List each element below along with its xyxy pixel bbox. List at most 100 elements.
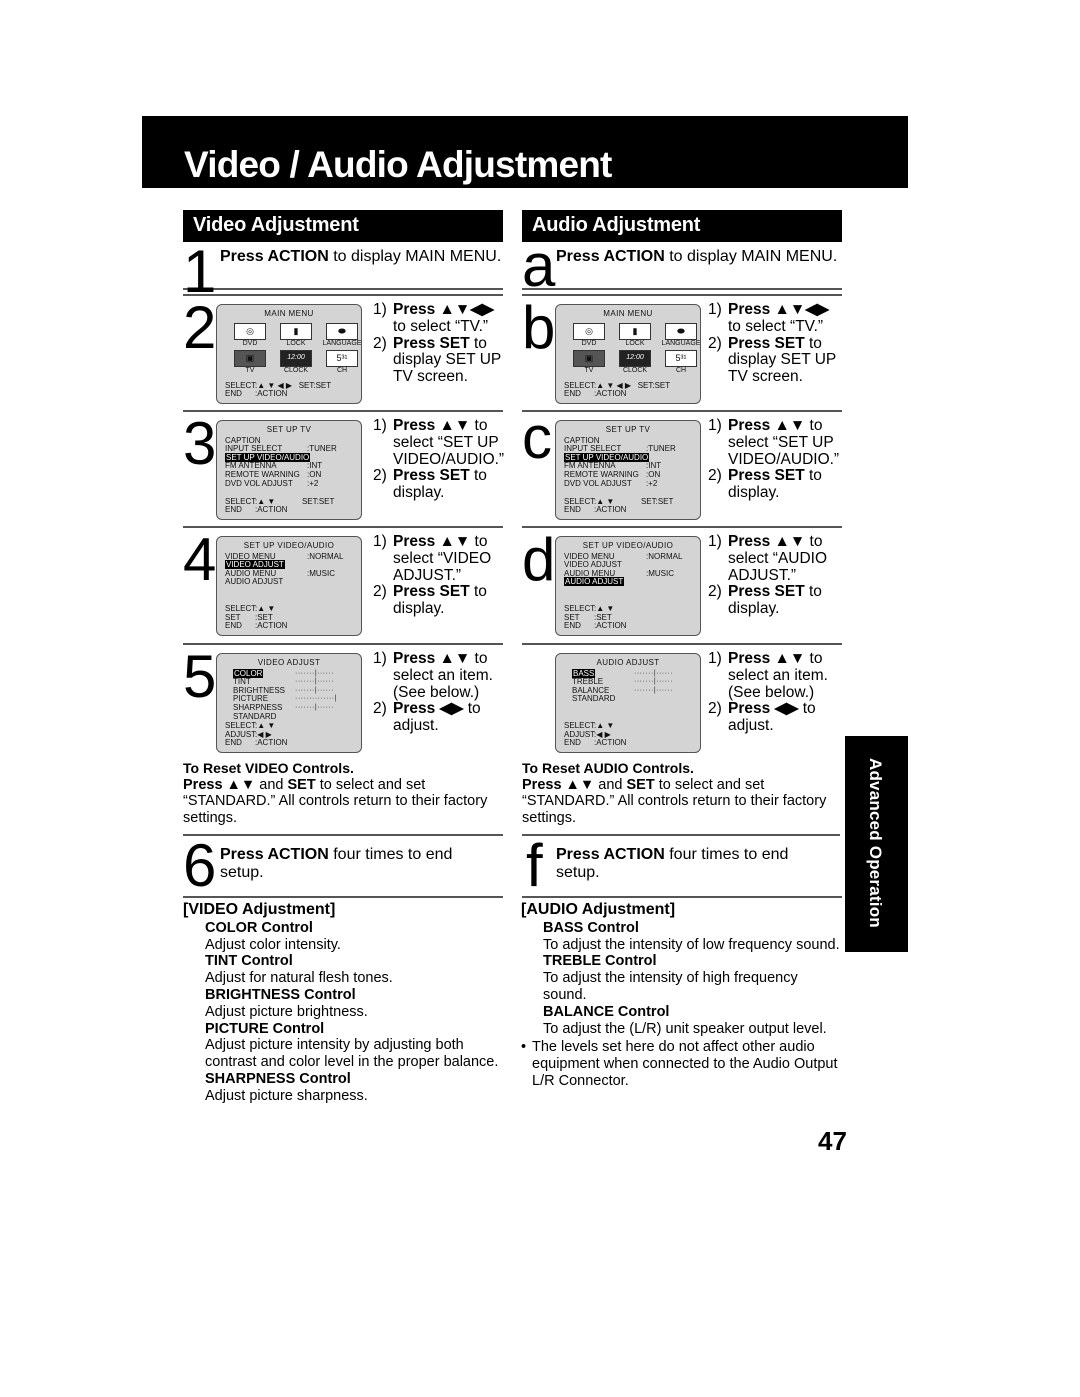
instruction-text: Press ◀▶ to adjust.: [728, 700, 842, 735]
instruction-item: 2) Press ◀▶ to adjust.: [373, 700, 503, 735]
channel-icon: 5³¹: [665, 349, 697, 367]
menu-item-language: ⬬ LANGUAGE: [319, 322, 365, 350]
instructions: 1) Press ▲▼ to select “VIDEO ADJUST.” 2) Pr…: [373, 533, 503, 618]
footer-line: END:ACTION: [225, 390, 331, 399]
screen-title: SET UP TV: [266, 425, 312, 434]
menu-item-language: ⬬ LANGUAGE: [658, 322, 704, 350]
note-text: The levels set here do not affect other …: [532, 1039, 838, 1089]
main-menu-grid: ◎ DVD ▮ LOCK ⬬ LANGUAGE ▣ TV 12:00 CLOCK 5³¹ CH: [227, 322, 361, 377]
instructions: 1) Press ▲▼ to select an item. (See below…: [708, 650, 842, 735]
footer-key: END: [225, 505, 242, 515]
audio-section-header: Audio Adjustment: [522, 210, 842, 242]
note: • The levels set here do not affect other…: [521, 1039, 843, 1089]
instructions: 1) Press ▲▼ to select “SET UP VIDEO/AUDIO…: [373, 417, 504, 502]
line-value: :NORMAL: [646, 551, 683, 561]
instruction-key: Press ▲▼: [393, 533, 471, 550]
audio-descriptions: [AUDIO Adjustment] BASS Control To adjust…: [521, 901, 843, 1090]
instruction-key: Press ▲▼: [393, 417, 471, 434]
screen-title: AUDIO ADJUST: [596, 658, 660, 667]
screen-footer: SELECT:▲ ▼ ADJUST:◀ ▶ END:ACTION: [225, 722, 287, 748]
instruction-key: Press SET: [393, 334, 470, 352]
instruction-text: Press ▲▼ to select an item. (See below.): [393, 650, 503, 701]
setup-tv-screen: SET UP TV CAPTION INPUT SELECT:TUNER SET UP…: [555, 420, 701, 520]
menu-item-tv: ▣ TV: [566, 349, 612, 377]
video-step-2: 2 MAIN MENU ◎ DVD ▮ LOCK ⬬ LANGUAGE ▣ TV 12:00 CL…: [183, 294, 503, 408]
instruction-item: 1) Press ▲▼ to select “SET UP VIDEO/AUDIO…: [708, 417, 842, 468]
footer-line: END:ACTION: [225, 739, 287, 748]
menu-item-ch: 5³¹ CH: [658, 349, 704, 377]
reset-heading: To Reset VIDEO Controls.: [183, 760, 354, 776]
instruction-text: Press SET to display.: [728, 583, 842, 618]
footer-line: END:ACTION: [564, 739, 626, 748]
line-value: :+2: [307, 478, 319, 488]
video-step-3: 3 SET UP TV CAPTION INPUT SELECT:TUNER SET …: [183, 410, 504, 524]
instruction-desc: to select “TV.”: [728, 317, 824, 335]
menu-item-label: LANGUAGE: [661, 339, 701, 347]
instruction-number: 1): [708, 533, 722, 550]
instruction-item: 1) Press ▲▼ to select an item. (See below…: [708, 650, 842, 701]
lips-icon: ⬬: [665, 322, 697, 340]
video-reset-note: To Reset VIDEO Controls. Press ▲▼ and SE…: [183, 760, 503, 826]
footer-value: :ACTION: [594, 505, 627, 515]
instruction-key: Press ◀▶: [393, 700, 464, 718]
instruction-number: 2): [373, 334, 387, 352]
control-description: Adjust picture sharpness.: [205, 1087, 368, 1104]
footer-value: :ACTION: [255, 505, 288, 515]
main-menu-grid: ◎ DVD ▮ LOCK ⬬ LANGUAGE ▣ TV 12:00 CLOCK 5³¹ CH: [566, 322, 700, 377]
control-name: BASS Control: [543, 919, 639, 936]
menu-item-label: CH: [675, 366, 687, 374]
instruction-key: Press ▲▼: [728, 650, 806, 667]
footer-value: :ACTION: [594, 621, 627, 631]
video-descriptions: [VIDEO Adjustment] COLOR Control Adjust c…: [183, 901, 505, 1105]
setup-tv-screen: SET UP TV CAPTION INPUT SELECT:TUNER SET UP…: [216, 420, 362, 520]
instruction-text: Press ◀▶ to adjust.: [393, 700, 503, 735]
instruction-number: 2): [373, 583, 387, 601]
channel-icon: 5³¹: [326, 349, 358, 367]
highlighted-item: AUDIO ADJUST: [564, 577, 625, 587]
screen-title: MAIN MENU: [264, 309, 314, 318]
instruction-text: Press SET to display SET UP TV screen.: [728, 335, 842, 386]
instruction-key: Press ▲▼: [393, 650, 471, 667]
footer-line: END:ACTION: [564, 390, 670, 399]
footer-key: END: [225, 738, 242, 748]
menu-item-clock: 12:00 CLOCK: [273, 349, 319, 377]
instruction-number: 1): [708, 650, 722, 667]
instruction-item: 1) Press ▲▼ to select an item. (See below…: [373, 650, 503, 701]
instruction-number: 1): [373, 533, 387, 550]
line-value: :TUNER: [646, 444, 676, 454]
instruction-key: Press ▲▼◀▶: [393, 301, 495, 318]
line-key: DVD VOL ADJUST: [564, 479, 646, 489]
instruction-text: Press SET to display SET UP TV screen.: [393, 334, 503, 386]
descriptions-heading: [VIDEO Adjustment]: [183, 901, 336, 918]
instruction-item: 1) Press ▲▼ to select “VIDEO ADJUST.”: [373, 533, 503, 584]
step-letter: f: [526, 832, 543, 899]
screen-lines: COLOR ·······|······ TINT ·······|······ BRI…: [217, 668, 361, 722]
level-bar: ·······|······: [295, 686, 335, 694]
screen-line: AUDIO ADJUST: [564, 577, 700, 587]
menu-item-lock: ▮ LOCK: [273, 322, 319, 350]
screen-footer: SELECT:▲ ▼ SET:SET END:ACTION: [225, 605, 287, 631]
menu-item-label: LANGUAGE: [322, 339, 362, 347]
section-tab-label: Advanced Operation: [866, 758, 885, 928]
video-adjust-screen: VIDEO ADJUST COLOR ·······|······ TINT ·····…: [216, 653, 362, 753]
instruction-key: Press SET: [393, 467, 470, 485]
menu-item-label: LOCK: [286, 339, 306, 347]
instruction-item: 1) Press ▲▼ to select “AUDIO ADJUST.”: [708, 533, 842, 584]
reset-text: Press ▲▼ and SET to select and set “STAN…: [522, 776, 827, 826]
screen-footer: SELECT:▲ ▼ ◀ ▶ SET:SET END:ACTION: [564, 381, 670, 399]
control-name: COLOR Control: [205, 919, 313, 936]
screen-lines: VIDEO MENU:NORMAL VIDEO ADJUST AUDIO MENU:…: [217, 551, 361, 587]
screen-footer: SELECT:▲ ▼ SET:SET END:ACTION: [564, 497, 673, 515]
instruction-item: 2) Press SET to display.: [373, 467, 503, 502]
line-key: STANDARD: [233, 712, 276, 722]
audio-reset-note: To Reset AUDIO Controls. Press ▲▼ and SE…: [522, 760, 842, 826]
instruction-item: 1) Press ▲▼ to select “SET UP VIDEO/AUDIO…: [373, 417, 504, 468]
divider: [183, 896, 503, 898]
instruction-number: 2): [708, 467, 722, 485]
footer-line: END:ACTION: [564, 622, 626, 631]
instructions: 1) Press ▲▼ to select an item. (See below…: [373, 650, 503, 735]
instruction-key: Press ▲▼: [728, 533, 806, 550]
instruction-text: Press SET to display.: [393, 583, 503, 618]
line-value: :NORMAL: [307, 551, 344, 561]
screen-title: SET UP VIDEO/AUDIO: [243, 541, 335, 550]
